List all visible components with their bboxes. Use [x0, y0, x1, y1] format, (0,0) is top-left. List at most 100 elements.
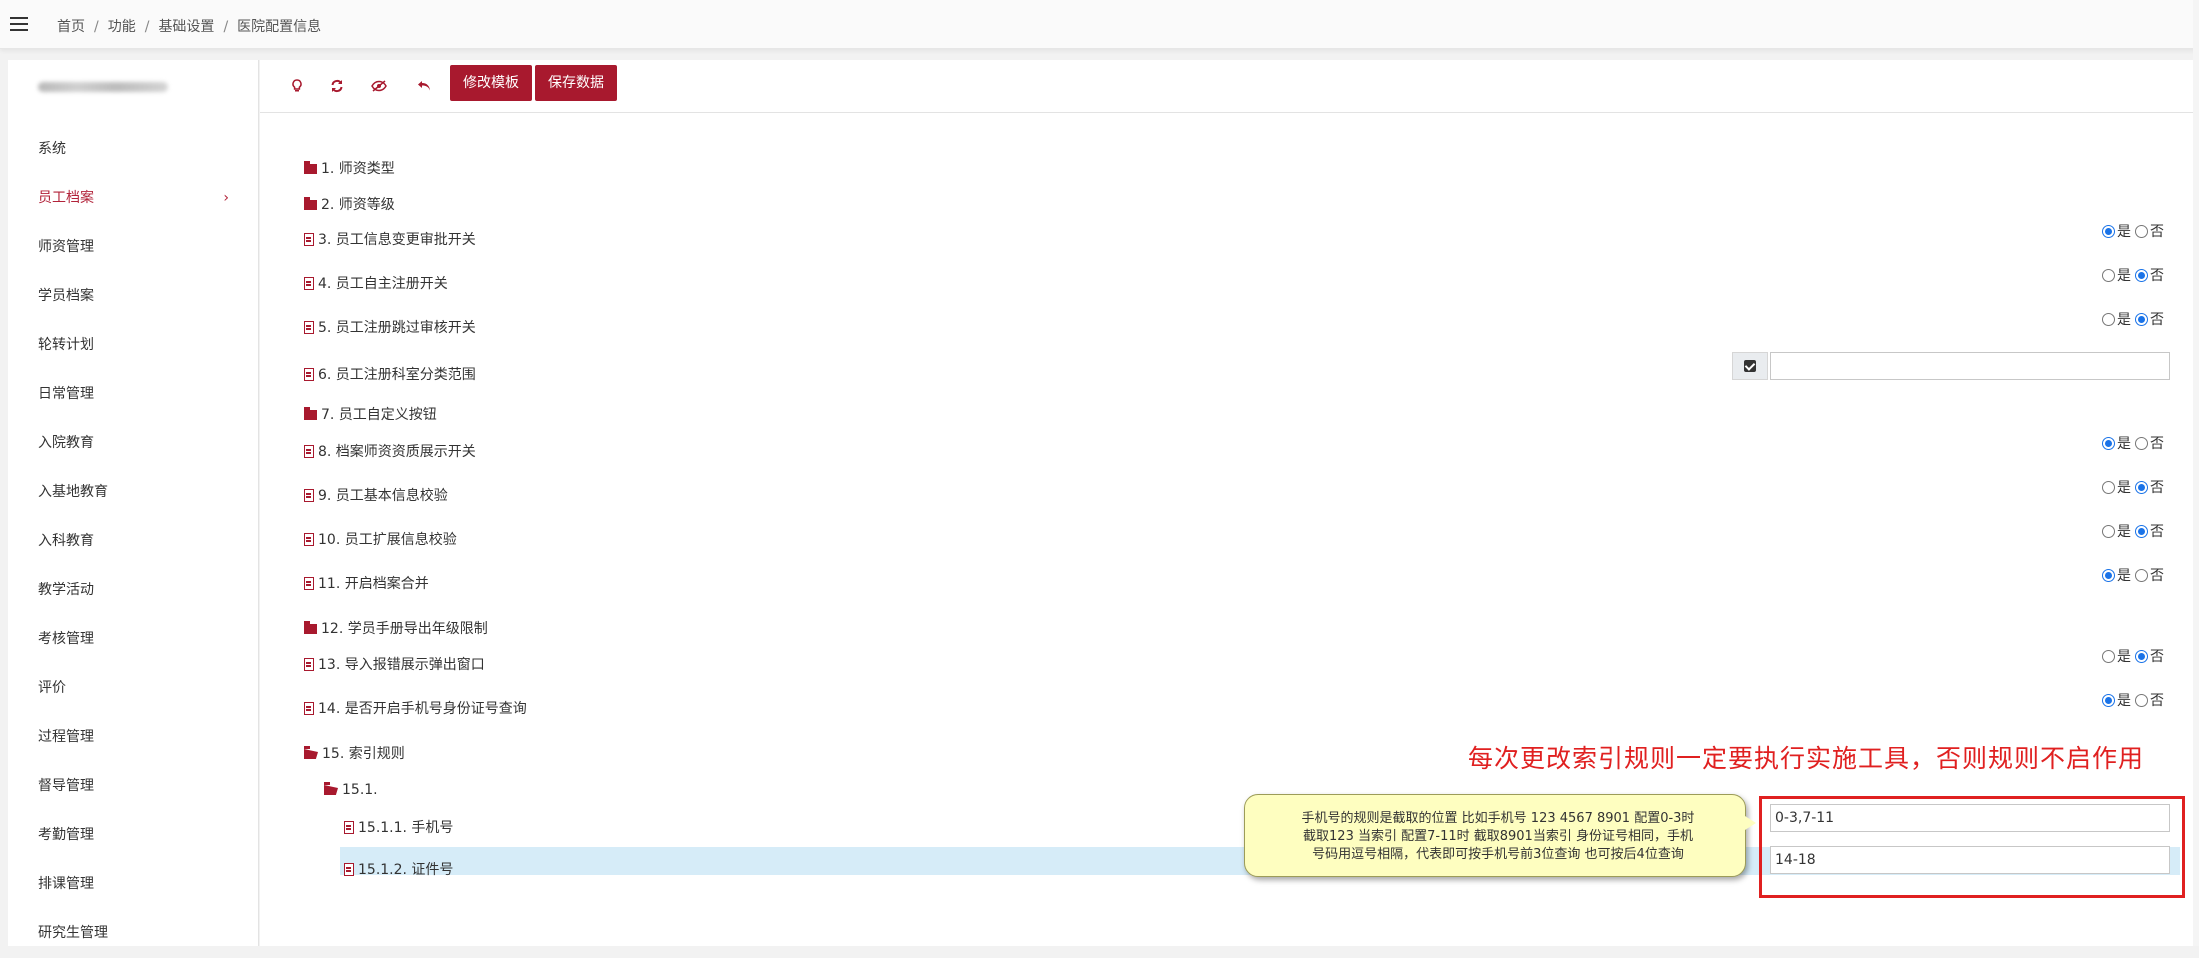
tree-node-label[interactable]: 3. 员工信息变更审批开关: [318, 232, 476, 248]
tree-node-13[interactable]: 13. 导入报错展示弹出窗口: [304, 654, 485, 676]
file-icon: [304, 368, 314, 381]
file-icon: [304, 233, 314, 246]
refresh-icon[interactable]: [322, 73, 352, 99]
tree-node-label[interactable]: 6. 员工注册科室分类范围: [318, 367, 476, 383]
tree-node-label[interactable]: 11. 开启档案合并: [318, 576, 429, 592]
file-icon: [304, 445, 314, 458]
sidebar-item-daily-management[interactable]: 日常管理: [8, 370, 259, 419]
sidebar-item-staff-archive[interactable]: 员工档案 ›: [8, 174, 259, 223]
tooltip-line: 截取123 当索引 配置7-11时 截取8901当索引 身份证号相同，手机: [1303, 829, 1693, 844]
tree-node-7[interactable]: 7. 员工自定义按钮: [304, 404, 437, 426]
sidebar-item-supervision-management[interactable]: 督导管理: [8, 762, 259, 811]
tree-node-14[interactable]: 14. 是否开启手机号身份证号查询: [304, 698, 527, 720]
tree-node-label[interactable]: 1. 师资类型: [321, 161, 395, 177]
tree-node-12[interactable]: 12. 学员手册导出年级限制: [304, 618, 488, 640]
id-card-index-rule-input[interactable]: [1770, 846, 2170, 874]
hamburger-icon[interactable]: [10, 17, 28, 31]
radio-no[interactable]: [2135, 437, 2148, 450]
file-icon: [344, 863, 354, 876]
sidebar-item-rotation-plan[interactable]: 轮转计划: [8, 321, 259, 370]
sidebar-item-evaluation[interactable]: 评价: [8, 664, 259, 713]
tree-node-label[interactable]: 2. 师资等级: [321, 197, 395, 213]
radio-group-9: 是否: [2102, 479, 2164, 497]
eye-slash-icon[interactable]: [364, 73, 394, 99]
tree-node-label[interactable]: 15. 索引规则: [322, 746, 405, 762]
save-data-button[interactable]: 保存数据: [535, 65, 617, 101]
tree-node-label[interactable]: 10. 员工扩展信息校验: [318, 532, 457, 548]
folder-icon: [304, 197, 317, 210]
tree-node-2[interactable]: 2. 师资等级: [304, 194, 395, 216]
tree-node-label[interactable]: 14. 是否开启手机号身份证号查询: [318, 701, 527, 717]
tree-node-label[interactable]: 15.1.2. 证件号: [358, 862, 453, 878]
tree-node-15[interactable]: 15. 索引规则: [304, 743, 405, 765]
edit-template-button[interactable]: 修改模板: [450, 65, 532, 101]
radio-no[interactable]: [2135, 694, 2148, 707]
tree-node-label[interactable]: 7. 员工自定义按钮: [321, 407, 437, 423]
radio-yes[interactable]: [2102, 269, 2115, 282]
radio-yes[interactable]: [2102, 650, 2115, 663]
tree-node-label[interactable]: 5. 员工注册跳过审核开关: [318, 320, 476, 336]
tree-node-15-1-1[interactable]: 15.1.1. 手机号: [344, 817, 453, 839]
radio-no[interactable]: [2135, 225, 2148, 238]
sidebar-item-attendance-management[interactable]: 考勤管理: [8, 811, 259, 860]
radio-yes[interactable]: [2102, 525, 2115, 538]
sidebar-item-teacher-management[interactable]: 师资管理: [8, 223, 259, 272]
sidebar-item-base-education[interactable]: 入基地教育: [8, 468, 259, 517]
tree-node-label[interactable]: 15.1.1. 手机号: [358, 820, 453, 836]
tree-node-label[interactable]: 8. 档案师资资质展示开关: [318, 444, 476, 460]
radio-no[interactable]: [2135, 525, 2148, 538]
sidebar-item-course-scheduling[interactable]: 排课管理: [8, 860, 259, 909]
radio-no[interactable]: [2135, 481, 2148, 494]
radio-yes[interactable]: [2102, 313, 2115, 326]
radio-yes[interactable]: [2102, 225, 2115, 238]
sidebar-item-label: 学员档案: [38, 288, 94, 304]
radio-no[interactable]: [2135, 650, 2148, 663]
radio-yes[interactable]: [2102, 694, 2115, 707]
tree-node-label[interactable]: 15.1.: [342, 782, 378, 798]
sidebar-item-student-archive[interactable]: 学员档案: [8, 272, 259, 321]
tree-node-11[interactable]: 11. 开启档案合并: [304, 573, 429, 595]
tree-node-9[interactable]: 9. 员工基本信息校验: [304, 485, 448, 507]
tree-node-label[interactable]: 9. 员工基本信息校验: [318, 488, 448, 504]
tree-node-label[interactable]: 13. 导入报错展示弹出窗口: [318, 657, 485, 673]
tree-node-6[interactable]: 6. 员工注册科室分类范围: [304, 364, 476, 386]
sidebar-item-system[interactable]: 系统: [8, 125, 259, 174]
sidebar-item-exam-management[interactable]: 考核管理: [8, 615, 259, 664]
breadcrumb-home[interactable]: 首页: [57, 19, 85, 35]
tree-node-3[interactable]: 3. 员工信息变更审批开关: [304, 229, 476, 251]
sidebar-item-teaching-activity[interactable]: 教学活动: [8, 566, 259, 615]
radio-group-14: 是否: [2102, 692, 2164, 710]
tree-node-10[interactable]: 10. 员工扩展信息校验: [304, 529, 457, 551]
radio-yes[interactable]: [2102, 437, 2115, 450]
scrollbar[interactable]: [2193, 0, 2199, 946]
sidebar-item-process-management[interactable]: 过程管理: [8, 713, 259, 762]
sidebar-item-hospital-education[interactable]: 入院教育: [8, 419, 259, 468]
tree-node-8[interactable]: 8. 档案师资资质展示开关: [304, 441, 476, 463]
radio-yes[interactable]: [2102, 569, 2115, 582]
tree-node-15-1[interactable]: 15.1.: [324, 779, 378, 801]
tree-node-5[interactable]: 5. 员工注册跳过审核开关: [304, 317, 476, 339]
breadcrumb-function[interactable]: 功能: [108, 19, 136, 35]
radio-no[interactable]: [2135, 313, 2148, 326]
select-all-checkbox-button[interactable]: [1732, 352, 1768, 380]
lightbulb-icon[interactable]: [282, 73, 312, 99]
breadcrumb-basic-settings[interactable]: 基础设置: [158, 19, 214, 35]
radio-yes-label: 是: [2117, 524, 2131, 540]
file-icon: [304, 702, 314, 715]
tree-node-1[interactable]: 1. 师资类型: [304, 158, 395, 180]
radio-no[interactable]: [2135, 269, 2148, 282]
sidebar-item-department-education[interactable]: 入科教育: [8, 517, 259, 566]
check-square-icon: [1744, 360, 1756, 372]
phone-index-rule-input[interactable]: [1770, 804, 2170, 832]
sidebar-item-graduate-management[interactable]: 研究生管理: [8, 909, 259, 958]
tree-node-15-1-2[interactable]: 15.1.2. 证件号: [344, 859, 453, 881]
tree-node-label[interactable]: 4. 员工自主注册开关: [318, 276, 448, 292]
undo-icon[interactable]: [409, 73, 439, 99]
radio-yes[interactable]: [2102, 481, 2115, 494]
radio-group-11: 是否: [2102, 567, 2164, 585]
tree-node-label[interactable]: 12. 学员手册导出年级限制: [321, 621, 488, 637]
radio-no[interactable]: [2135, 569, 2148, 582]
department-range-input[interactable]: [1770, 352, 2170, 380]
tree-node-4[interactable]: 4. 员工自主注册开关: [304, 273, 448, 295]
file-icon: [304, 321, 314, 334]
